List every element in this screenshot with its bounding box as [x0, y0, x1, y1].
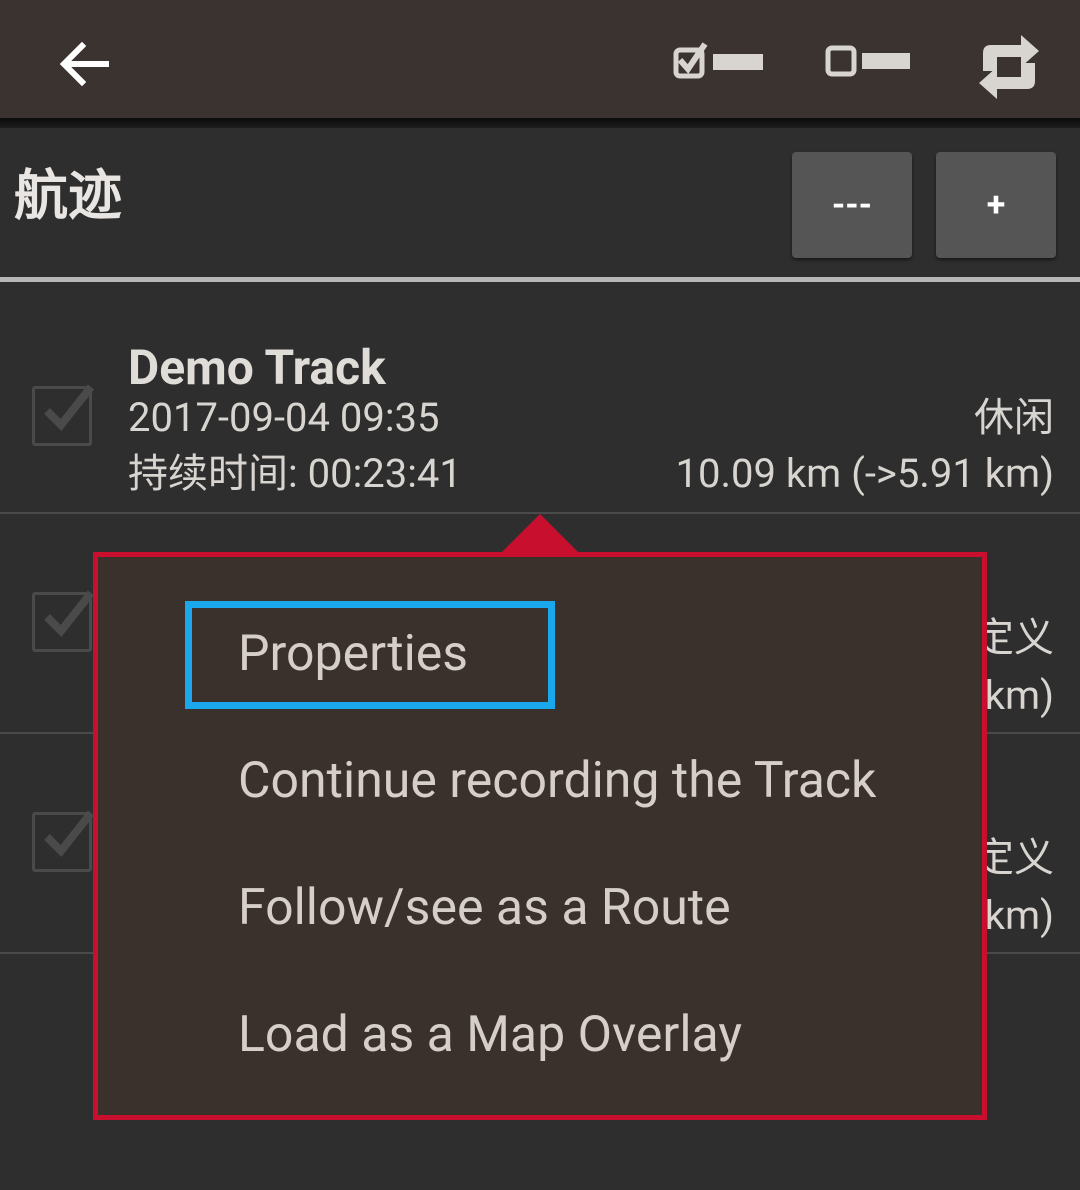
menu-item-continue-recording[interactable]: Continue recording the Track — [238, 756, 876, 806]
track-row[interactable]: Demo Track 2017-09-04 09:35 休闲 持续时间: 00:… — [0, 296, 1080, 514]
sync-icon — [979, 35, 1039, 99]
menu-caret — [500, 514, 580, 554]
check-all-icon — [673, 42, 763, 79]
track-checkbox[interactable] — [32, 810, 95, 872]
select-all-button[interactable] — [670, 30, 770, 90]
track-distance: 10.09 km (->5.91 km) — [675, 450, 1054, 497]
track-date: 2017-09-04 09:35 — [128, 394, 440, 441]
sync-button[interactable] — [962, 20, 1056, 114]
deselect-all-button[interactable] — [815, 30, 915, 90]
menu-item-load-overlay[interactable]: Load as a Map Overlay — [238, 1010, 742, 1060]
menu-item-properties[interactable]: Properties — [238, 629, 468, 679]
check-icon — [44, 384, 95, 432]
context-menu: Properties Continue recording the Track … — [93, 552, 987, 1120]
add-button[interactable]: + — [936, 152, 1056, 258]
track-name: Demo Track — [128, 339, 386, 396]
collapse-button[interactable]: --- — [792, 152, 912, 258]
back-button[interactable] — [40, 20, 128, 108]
track-category: 休闲 — [974, 394, 1054, 441]
top-app-bar — [0, 0, 1080, 118]
menu-item-follow-route[interactable]: Follow/see as a Route — [238, 883, 731, 933]
track-checkbox[interactable] — [32, 384, 95, 446]
track-checkbox[interactable] — [32, 590, 95, 652]
track-distance: km) — [984, 892, 1054, 939]
arrow-left-icon — [59, 41, 109, 87]
track-distance: km) — [984, 672, 1054, 719]
section-title: 航迹 — [14, 165, 122, 228]
track-duration: 持续时间: 00:23:41 — [128, 450, 462, 497]
topbar-shadow — [0, 118, 1080, 128]
section-divider — [0, 277, 1080, 282]
uncheck-all-icon — [825, 45, 910, 77]
